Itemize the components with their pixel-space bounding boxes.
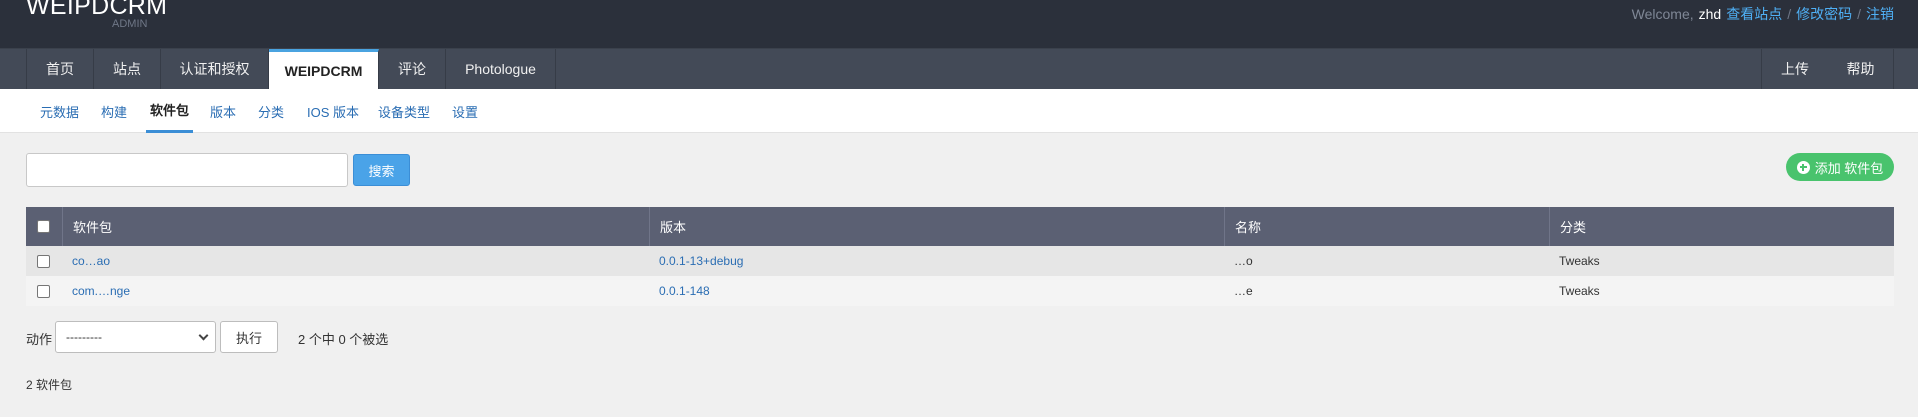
change-password-link[interactable]: 修改密码 (1796, 4, 1852, 24)
row-checkbox[interactable] (37, 254, 50, 268)
tab-device-types[interactable]: 设备类型 (378, 89, 430, 133)
package-cell: com.…nge (62, 276, 130, 306)
action-label: 动作 (26, 332, 53, 347)
packages-table: 软件包 版本 名称 分类 co…ao 0.0.1-13+debug …o Twe… (26, 207, 1894, 306)
run-action-button[interactable]: 执行 (220, 321, 278, 353)
table-row: com.…nge 0.0.1-148 …e Tweaks (26, 276, 1894, 306)
column-header-name[interactable]: 名称 (1224, 207, 1549, 246)
chevron-down-icon (198, 330, 209, 341)
add-package-label: 添加 软件包 (1814, 160, 1884, 176)
top-header: WEIPDCRM ADMIN Welcome, zhd 查看站点 / 修改密码 … (0, 0, 1918, 48)
package-link[interactable]: co…ao (72, 254, 110, 268)
tab-versions[interactable]: 版本 (210, 89, 236, 133)
version-link[interactable]: 0.0.1-13+debug (659, 254, 743, 268)
row-select-cell (26, 276, 62, 306)
table-header: 软件包 版本 名称 分类 (26, 207, 1894, 246)
separator: / (1787, 6, 1792, 22)
nav-item-home[interactable]: 首页 (26, 49, 94, 89)
column-header-package[interactable]: 软件包 (62, 207, 649, 246)
search-button[interactable]: 搜索 (353, 154, 410, 186)
plus-circle-icon (1796, 160, 1810, 174)
result-count: 2 软件包 (26, 378, 73, 392)
tab-packages[interactable]: 软件包 (146, 89, 194, 133)
logout-link[interactable]: 注销 (1866, 4, 1894, 24)
table-row: co…ao 0.0.1-13+debug …o Tweaks (26, 246, 1894, 276)
search-input[interactable] (26, 153, 348, 187)
category-cell: Tweaks (1559, 254, 1600, 268)
selection-counter: 2 个中 0 个被选 (298, 332, 389, 347)
column-header-category[interactable]: 分类 (1549, 207, 1894, 246)
user-bar: Welcome, zhd 查看站点 / 修改密码 / 注销 (1632, 4, 1894, 24)
nav-item-auth[interactable]: 认证和授权 (161, 49, 269, 89)
tab-metadata[interactable]: 元数据 (40, 89, 79, 133)
tab-sections[interactable]: 分类 (258, 89, 284, 133)
package-cell: co…ao (62, 246, 110, 276)
brand-subtitle: ADMIN (112, 18, 148, 30)
action-select[interactable]: --------- (55, 321, 216, 353)
name-cell: …o (1234, 254, 1253, 268)
nav-item-weipdcrm[interactable]: WEIPDCRM (269, 49, 379, 90)
nav-item-photologue[interactable]: Photologue (446, 49, 556, 89)
version-link[interactable]: 0.0.1-148 (659, 284, 710, 298)
sub-nav: 元数据 构建 软件包 版本 分类 IOS 版本 设备类型 设置 (0, 89, 1918, 133)
welcome-text: Welcome, (1631, 6, 1694, 22)
select-all-checkbox[interactable] (37, 220, 50, 233)
name-cell: …e (1234, 284, 1253, 298)
column-header-version[interactable]: 版本 (649, 207, 1224, 246)
nav-item-sites[interactable]: 站点 (94, 49, 161, 89)
tab-ios-versions[interactable]: IOS 版本 (307, 89, 359, 133)
row-checkbox[interactable] (37, 284, 50, 298)
action-select-value: --------- (66, 330, 102, 344)
view-site-link[interactable]: 查看站点 (1726, 4, 1782, 24)
nav-item-comments[interactable]: 评论 (379, 49, 446, 89)
version-cell: 0.0.1-13+debug (649, 246, 743, 276)
package-link[interactable]: com.…nge (72, 284, 130, 298)
row-select-cell (26, 246, 62, 276)
separator: / (1857, 6, 1861, 22)
username: zhd (1698, 6, 1722, 22)
version-cell: 0.0.1-148 (649, 276, 710, 306)
tab-settings[interactable]: 设置 (452, 89, 478, 133)
add-package-button[interactable]: 添加 软件包 (1786, 153, 1894, 181)
nav-item-upload[interactable]: 上传 (1761, 49, 1828, 89)
category-cell: Tweaks (1559, 284, 1600, 298)
nav-item-help[interactable]: 帮助 (1828, 49, 1894, 89)
select-all-cell (26, 207, 62, 246)
main-nav: 首页 站点 认证和授权 WEIPDCRM 评论 Photologue 上传 帮助 (0, 48, 1918, 90)
tab-builds[interactable]: 构建 (101, 89, 127, 133)
